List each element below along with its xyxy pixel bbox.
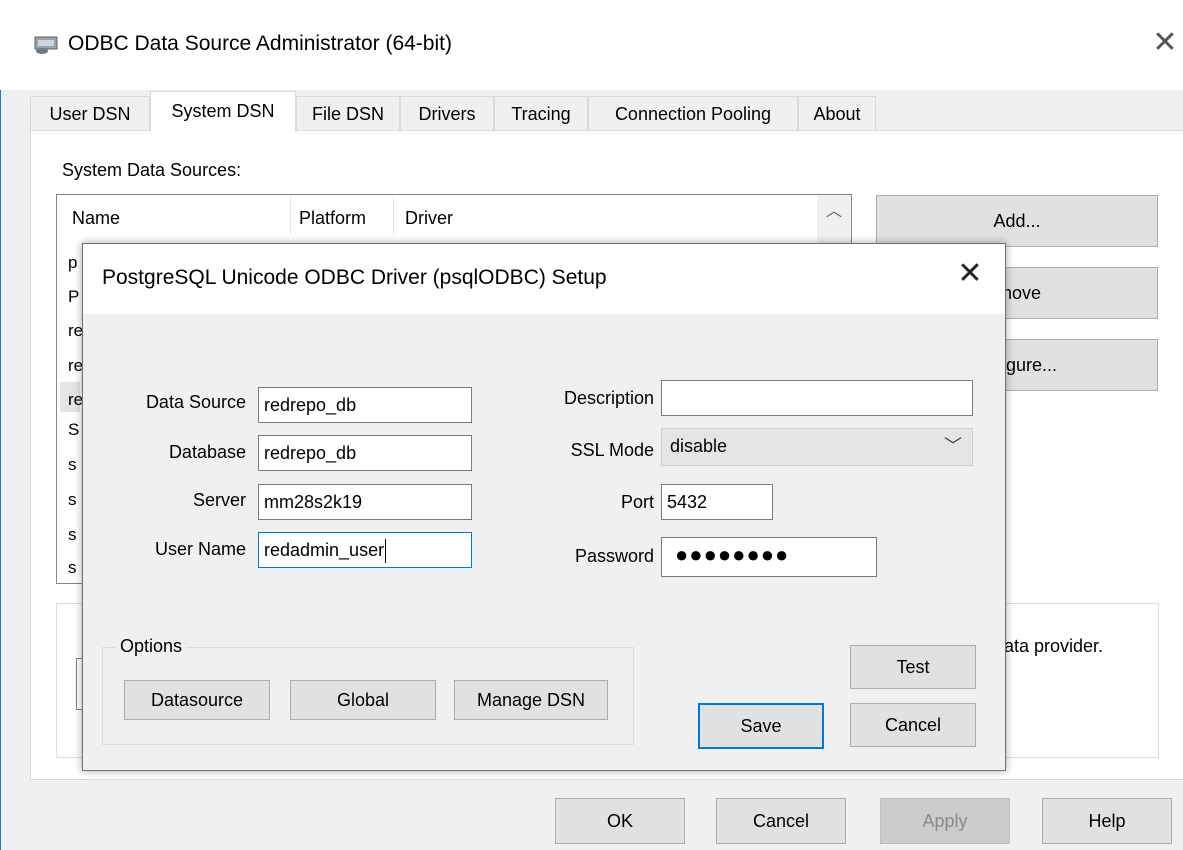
data-source-label: Data Source <box>145 392 246 412</box>
manage-dsn-button[interactable]: Manage DSN <box>454 680 608 720</box>
list-item[interactable]: s <box>68 558 77 578</box>
column-header-platform[interactable]: Platform <box>299 208 366 229</box>
dialog-close-icon[interactable]: ✕ <box>954 258 986 290</box>
data-source-input[interactable]: redrepo_db <box>258 387 472 423</box>
info-text: lata provider. <box>1000 636 1104 656</box>
user-name-label: User Name <box>154 539 246 559</box>
list-item[interactable]: re <box>68 390 83 410</box>
add-button[interactable]: Add... <box>876 195 1158 247</box>
server-input[interactable]: mm28s2k19 <box>258 484 472 520</box>
user-name-input[interactable]: redadmin_user <box>258 532 472 568</box>
text-caret <box>385 539 387 564</box>
column-header-driver[interactable]: Driver <box>405 208 453 229</box>
password-mask: ●●●●●●●● <box>675 542 790 567</box>
apply-button[interactable]: Apply <box>880 798 1010 844</box>
port-input[interactable]: 5432 <box>661 484 773 520</box>
list-item[interactable]: s <box>68 455 77 475</box>
system-data-sources-label: System Data Sources: <box>62 160 242 180</box>
datasource-button[interactable]: Datasource <box>124 680 270 720</box>
chevron-down-icon: ﹀ <box>944 436 962 456</box>
close-icon[interactable]: ✕ <box>1150 28 1180 58</box>
description-input[interactable] <box>661 380 973 416</box>
column-header-name[interactable]: Name <box>72 208 120 229</box>
tab-drivers[interactable]: Drivers <box>400 96 494 130</box>
port-label: Port <box>620 492 654 512</box>
password-input[interactable]: ●●●●●●●● <box>661 537 877 577</box>
scroll-up-arrow-icon[interactable]: ︿ <box>817 195 851 229</box>
column-divider <box>393 196 394 234</box>
tab-user-dsn[interactable]: User DSN <box>30 96 150 130</box>
list-item[interactable]: s <box>68 525 77 545</box>
tab-connection-pooling[interactable]: Connection Pooling <box>588 96 798 130</box>
list-item[interactable]: re <box>68 321 83 341</box>
password-label: Password <box>574 546 654 566</box>
help-button[interactable]: Help <box>1042 798 1172 844</box>
ssl-mode-label: SSL Mode <box>570 440 654 460</box>
list-item[interactable]: s <box>68 490 77 510</box>
window-title: ODBC Data Source Administrator (64-bit) <box>68 32 452 55</box>
database-input[interactable]: redrepo_db <box>258 435 472 471</box>
ssl-mode-value: disable <box>670 436 728 456</box>
save-button[interactable]: Save <box>698 703 824 749</box>
list-item[interactable]: S <box>68 420 79 440</box>
ssl-mode-select[interactable]: disable ﹀ <box>661 428 973 466</box>
server-label: Server <box>192 490 246 510</box>
options-label: Options <box>116 636 187 657</box>
global-button[interactable]: Global <box>290 680 436 720</box>
cancel-button[interactable]: Cancel <box>716 798 846 844</box>
test-button[interactable]: Test <box>850 645 976 689</box>
tab-system-dsn[interactable]: System DSN <box>150 91 296 131</box>
tab-tracing[interactable]: Tracing <box>494 96 588 130</box>
user-name-value: redadmin_user <box>264 540 385 560</box>
tab-about[interactable]: About <box>798 96 876 130</box>
dialog-title: PostgreSQL Unicode ODBC Driver (psqlODBC… <box>102 266 607 289</box>
list-item[interactable]: re <box>68 356 83 376</box>
odbc-app-icon <box>34 33 58 55</box>
database-label: Database <box>168 442 246 462</box>
description-label: Description <box>563 388 654 408</box>
dialog-cancel-button[interactable]: Cancel <box>850 703 976 747</box>
ok-button[interactable]: OK <box>555 798 685 844</box>
list-item[interactable]: p <box>68 253 77 273</box>
tab-file-dsn[interactable]: File DSN <box>296 96 400 130</box>
list-item[interactable]: P <box>68 287 79 307</box>
column-divider <box>290 196 291 234</box>
